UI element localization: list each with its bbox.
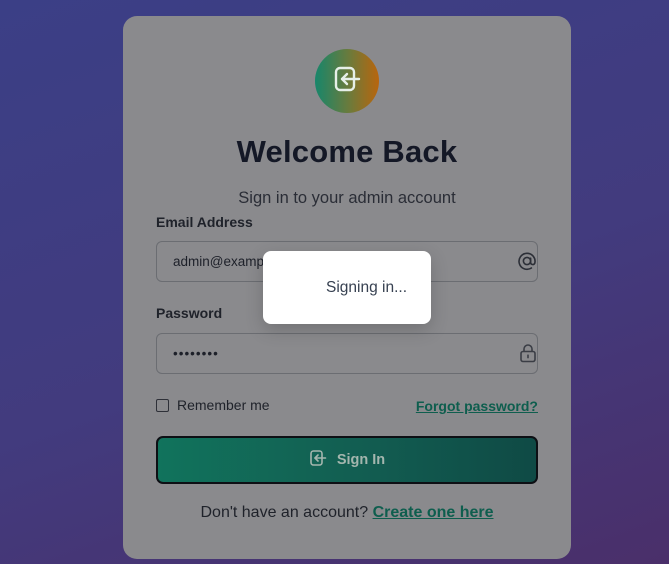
email-label: Email Address (156, 214, 253, 230)
page-title: Welcome Back (236, 134, 458, 169)
at-icon (517, 251, 537, 271)
toast-text: Signing in... (326, 278, 407, 296)
remember-label: Remember me (177, 397, 270, 413)
sign-in-icon (309, 449, 327, 471)
signup-text: Don't have an account? (200, 504, 369, 521)
remember-checkbox[interactable] (156, 398, 169, 412)
create-account-link[interactable]: Create one here (373, 504, 494, 521)
remember-me[interactable]: Remember me (156, 397, 270, 413)
sign-in-label: Sign In (336, 452, 386, 468)
password-label: Password (156, 305, 223, 321)
sign-in-button[interactable]: Sign In (156, 436, 538, 484)
loading-toast: Signing in... (263, 251, 431, 324)
page-subtitle: Sign in to your admin account (238, 189, 456, 207)
signup-prompt: Don't have an account? Create one here (123, 504, 571, 522)
sign-in-icon (332, 64, 362, 99)
logo (315, 49, 379, 113)
password-field[interactable] (156, 333, 538, 374)
forgot-password-link[interactable]: Forgot password? (416, 398, 538, 414)
lock-icon (518, 343, 538, 363)
